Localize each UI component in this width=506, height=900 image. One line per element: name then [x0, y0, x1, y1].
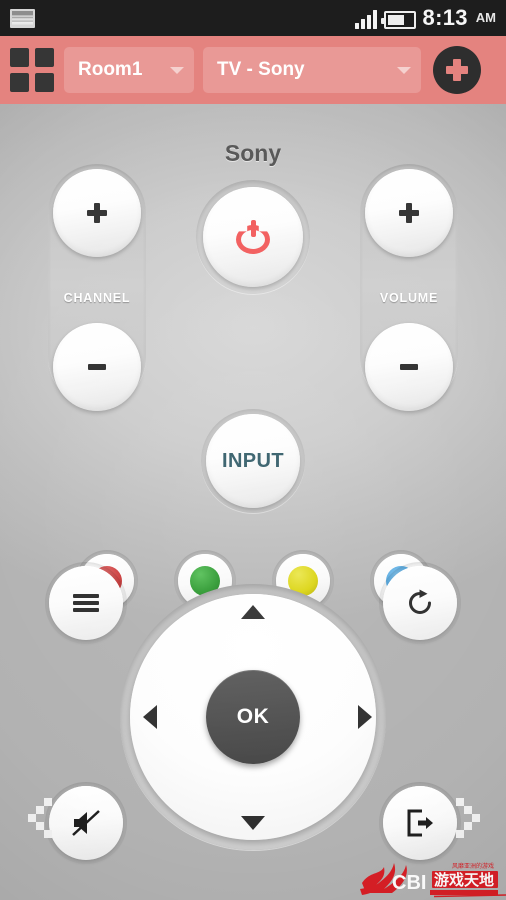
hamburger-menu-icon — [73, 594, 99, 612]
volume-label: VOLUME — [379, 291, 439, 305]
svg-text:CBI: CBI — [392, 872, 426, 894]
status-bar-meridiem: AM — [475, 10, 496, 25]
channel-label: CHANNEL — [63, 291, 131, 305]
refresh-button[interactable] — [383, 566, 457, 640]
minus-icon — [88, 364, 106, 370]
refresh-icon — [409, 589, 431, 614]
plus-icon — [399, 203, 419, 223]
power-icon — [236, 220, 270, 254]
chevron-left-icon[interactable] — [28, 798, 52, 838]
power-button[interactable] — [203, 187, 303, 287]
device-selector-label: TV - Sony — [217, 59, 305, 80]
status-bar-clock: 8:13 — [422, 5, 468, 30]
left-arrow-icon[interactable] — [143, 705, 157, 729]
up-arrow-icon[interactable] — [241, 605, 265, 619]
signal-bars-icon — [354, 10, 377, 29]
android-status-bar: 8:13 AM — [0, 0, 506, 36]
exit-icon — [407, 809, 433, 837]
room-selector[interactable]: Room1 — [64, 47, 194, 93]
chevron-right-icon[interactable] — [456, 798, 480, 838]
volume-down-button[interactable] — [365, 323, 453, 411]
remote-panel: Sony CHANNEL VOLUME INPUT OK CBI 游戏天地 风靡… — [0, 104, 506, 900]
input-button[interactable]: INPUT — [206, 414, 300, 508]
mute-icon — [72, 810, 100, 836]
chevron-down-icon — [170, 66, 184, 74]
status-bar-notifications — [10, 8, 35, 28]
exit-button[interactable] — [383, 786, 457, 860]
grid-menu-icon[interactable] — [10, 47, 55, 93]
ok-button[interactable]: OK — [206, 670, 300, 764]
screenshot-icon — [10, 8, 35, 28]
input-button-label: INPUT — [222, 449, 284, 472]
minus-icon — [400, 364, 418, 370]
device-brand-title: Sony — [224, 140, 282, 166]
menu-button[interactable] — [49, 566, 123, 640]
device-selector[interactable]: TV - Sony — [203, 47, 421, 93]
right-arrow-icon[interactable] — [358, 705, 372, 729]
mute-button[interactable] — [49, 786, 123, 860]
svg-text:风靡亚洲的游戏: 风靡亚洲的游戏 — [452, 862, 494, 870]
add-device-button[interactable] — [433, 46, 481, 94]
battery-icon — [380, 11, 416, 29]
volume-up-button[interactable] — [365, 169, 453, 257]
down-arrow-icon[interactable] — [241, 816, 265, 830]
svg-text:游戏天地: 游戏天地 — [434, 871, 494, 889]
chevron-down-icon — [397, 66, 411, 74]
channel-up-button[interactable] — [53, 169, 141, 257]
status-bar-system: 8:13 AM — [354, 5, 496, 30]
channel-down-button[interactable] — [53, 323, 141, 411]
room-selector-label: Room1 — [78, 59, 143, 80]
plus-icon — [87, 203, 107, 223]
app-header: Room1 TV - Sony — [0, 36, 506, 104]
remote-control-app: 8:13 AM Room1 TV - Sony Sony CHANNEL VOL… — [0, 0, 506, 900]
